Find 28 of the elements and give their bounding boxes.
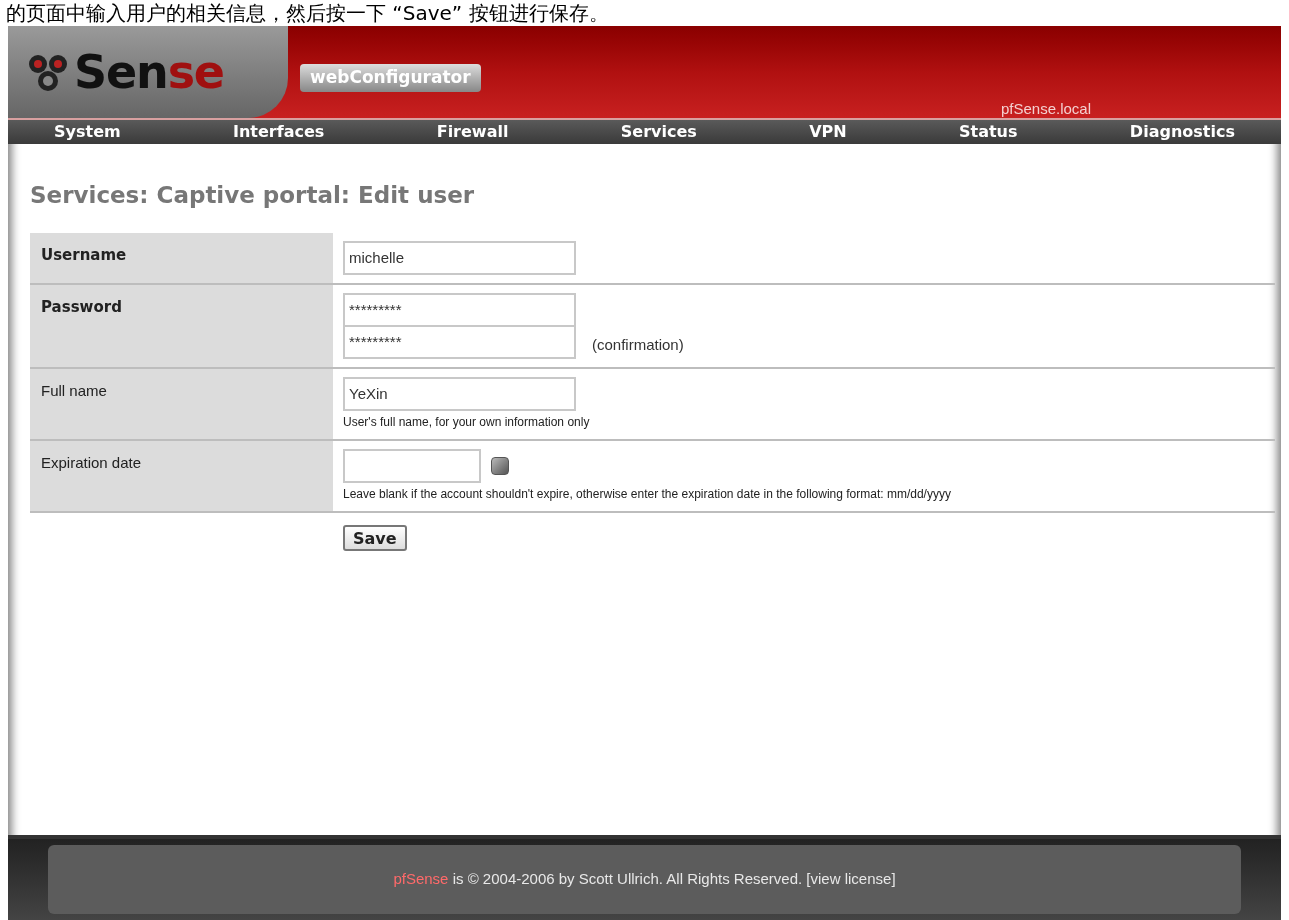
product-badge: webConfigurator [300, 64, 481, 92]
field-label: Password [41, 297, 122, 316]
page-title: Services: Captive portal: Edit user [30, 181, 476, 210]
input-field[interactable]: ********* [343, 292, 576, 327]
field-label: Full name [41, 381, 107, 399]
nav-link[interactable]: Services [620, 120, 697, 144]
nav-link[interactable]: Diagnostics [1129, 120, 1235, 144]
view-license-link[interactable]: [view license] [806, 870, 896, 888]
field-label: Username [41, 245, 127, 264]
calendar-button[interactable] [491, 456, 509, 475]
input-field[interactable]: YeXin [343, 376, 576, 411]
copyright-text: pfSense is © 2004-2006 by Scott Ullrich. All Rights Reserved. [view license] [393, 869, 896, 890]
save-button[interactable]: Save [343, 524, 407, 551]
field-label: Expiration date [41, 453, 142, 471]
input-field[interactable]: michelle [343, 240, 576, 275]
field-hint: User's full name, for your own information only [343, 413, 590, 431]
nav-link[interactable]: Interfaces [233, 120, 325, 144]
nav-link[interactable]: Status [959, 120, 1018, 144]
caption-text: 的页面中输入用户的相关信息，然后按一下 “Save” 按钮进行保存。 [5, 0, 610, 26]
nav-link[interactable]: Firewall [436, 120, 509, 144]
hostname-text: pfSense.local [1000, 98, 1091, 119]
nav-link[interactable]: System [54, 120, 121, 144]
input-field[interactable] [343, 448, 481, 483]
confirmation-note: (confirmation) [592, 335, 684, 355]
field-hint: Leave blank if the account shouldn't expire, otherwise enter the expiration date in the following format: mm/dd/yyyy [343, 485, 951, 503]
nav-link[interactable]: VPN [809, 120, 847, 144]
logo-text: Sense [74, 49, 224, 95]
input-field[interactable]: ********* [343, 324, 576, 359]
